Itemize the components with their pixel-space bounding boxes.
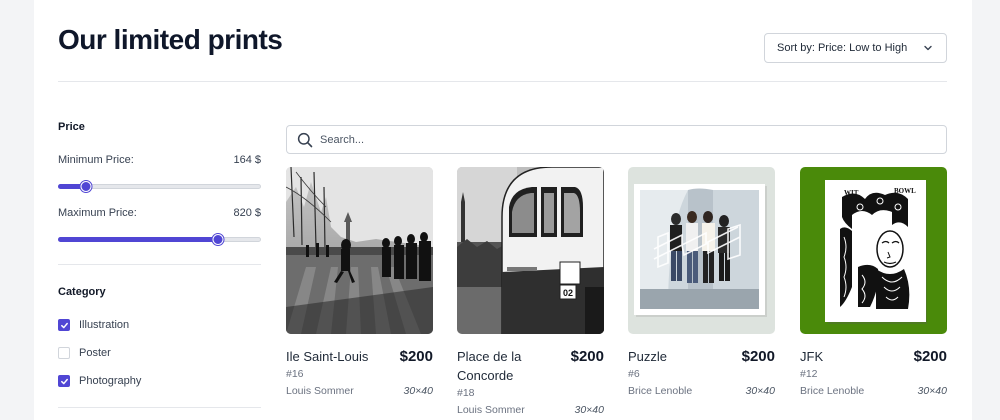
checkbox[interactable]: [58, 375, 70, 387]
product-image[interactable]: 02: [457, 167, 604, 334]
page-title: Our limited prints: [58, 24, 283, 55]
product-price: $200: [741, 348, 775, 365]
product-size: 30×40: [574, 404, 605, 416]
product-number: #18: [457, 387, 475, 399]
max-price-slider[interactable]: [58, 234, 261, 245]
category-label: Poster: [79, 347, 111, 359]
sort-dropdown[interactable]: Sort by: Price: Low to High: [764, 33, 947, 63]
category-poster[interactable]: Poster: [58, 347, 111, 359]
max-price-value: 820 $: [233, 207, 261, 219]
product-name[interactable]: Puzzle: [628, 347, 667, 366]
product-name[interactable]: Place de la Concorde: [457, 347, 557, 385]
product-image[interactable]: WIT BOWL: [800, 167, 947, 334]
header-divider: [58, 81, 947, 82]
product-price: $200: [913, 348, 947, 365]
product-artist: Brice Lenoble: [800, 385, 865, 397]
product-size: 30×40: [745, 385, 776, 397]
check-icon: [60, 378, 68, 384]
min-price-slider[interactable]: [58, 181, 261, 192]
svg-text:BOWL: BOWL: [894, 187, 916, 195]
product-card[interactable]: 02 Place de la Concorde $200 #18 Louis S…: [457, 167, 604, 417]
slider-fill: [58, 237, 219, 242]
max-price-label: Maximum Price:: [58, 207, 137, 219]
product-price: $200: [399, 348, 433, 365]
max-price-thumb[interactable]: [212, 234, 224, 245]
product-card[interactable]: WIT BOWL JFK $200 #12 Brice Lenoble 30×40: [800, 167, 947, 398]
category-photography[interactable]: Photography: [58, 375, 141, 387]
max-price-row: Maximum Price: 820 $: [58, 207, 261, 219]
product-artist: Brice Lenoble: [628, 385, 693, 397]
product-size: 30×40: [917, 385, 948, 397]
category-illustration[interactable]: Illustration: [58, 319, 129, 331]
min-price-label: Minimum Price:: [58, 154, 134, 166]
category-label: Illustration: [79, 319, 130, 331]
min-price-value: 164 $: [233, 154, 261, 166]
product-image[interactable]: [286, 167, 433, 334]
product-image[interactable]: [628, 167, 775, 334]
product-name[interactable]: Ile Saint-Louis: [286, 347, 368, 366]
checkbox[interactable]: [58, 347, 70, 359]
min-price-row: Minimum Price: 164 $: [58, 154, 261, 166]
search-input[interactable]: [320, 133, 920, 146]
filter-divider: [58, 264, 261, 265]
product-size: 30×40: [403, 385, 434, 397]
min-price-thumb[interactable]: [80, 181, 92, 192]
price-filter-title: Price: [58, 121, 85, 133]
filter-divider: [58, 407, 261, 408]
product-card[interactable]: Puzzle $200 #6 Brice Lenoble 30×40: [628, 167, 775, 398]
svg-text:WIT: WIT: [844, 189, 859, 197]
search-icon: [297, 132, 313, 147]
product-number: #12: [800, 368, 818, 380]
checkbox[interactable]: [58, 319, 70, 331]
sort-label: Sort by: Price: Low to High: [777, 42, 908, 54]
category-filter-title: Category: [58, 286, 106, 298]
product-card[interactable]: Ile Saint-Louis $200 #16 Louis Sommer 30…: [286, 167, 433, 398]
svg-text:02: 02: [563, 288, 573, 298]
product-name[interactable]: JFK: [800, 347, 823, 366]
search-box[interactable]: [286, 125, 947, 154]
check-icon: [60, 322, 68, 328]
product-number: #6: [628, 368, 640, 380]
product-artist: Louis Sommer: [457, 404, 525, 416]
chevron-down-icon: [924, 45, 932, 51]
product-artist: Louis Sommer: [286, 385, 354, 397]
product-number: #16: [286, 368, 304, 380]
product-price: $200: [570, 348, 604, 365]
category-label: Photography: [79, 375, 142, 387]
